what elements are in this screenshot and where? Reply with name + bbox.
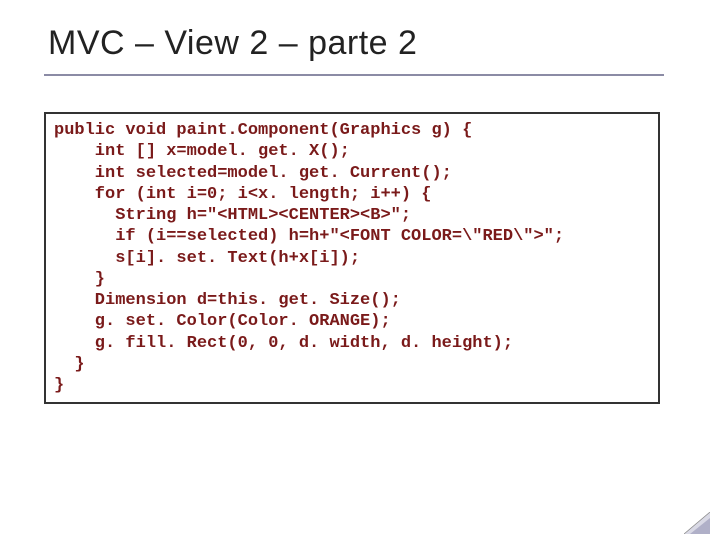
code-content: public void paint.Component(Graphics g) … [54, 120, 650, 396]
slide-title: MVC – View 2 – parte 2 [48, 24, 417, 63]
page-curl-icon [684, 512, 710, 534]
title-underline [44, 74, 664, 76]
code-box: public void paint.Component(Graphics g) … [44, 112, 660, 404]
slide: MVC – View 2 – parte 2 public void paint… [0, 0, 720, 540]
